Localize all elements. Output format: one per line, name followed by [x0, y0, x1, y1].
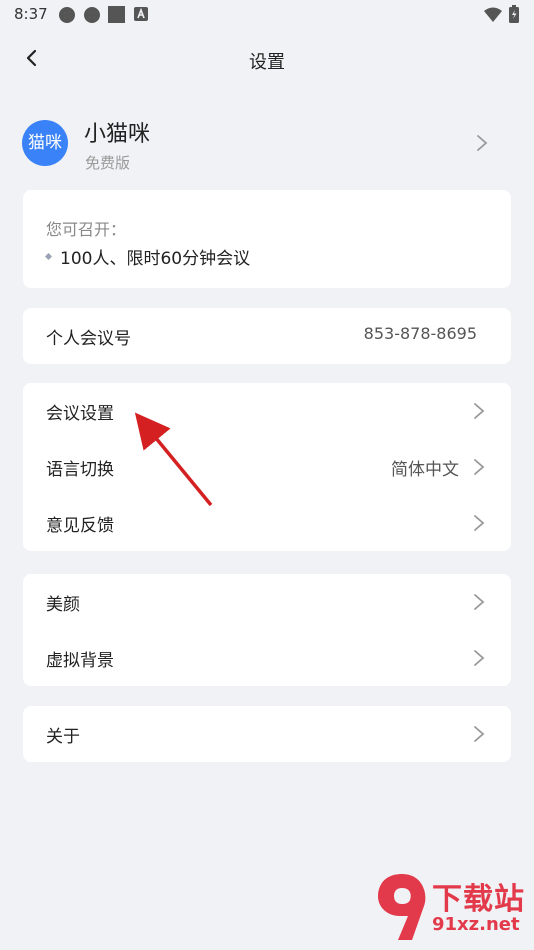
feedback-label: 意见反馈	[46, 516, 114, 536]
language-row[interactable]: 语言切换 简体中文	[23, 439, 511, 495]
avatar: 猫咪	[22, 120, 68, 166]
about-label: 关于	[46, 727, 80, 747]
beauty-row[interactable]: 美颜	[23, 574, 511, 630]
chevron-right-icon	[474, 459, 485, 475]
chevron-right-icon	[474, 515, 485, 531]
chevron-right-icon	[474, 403, 485, 419]
profile-plan: 免费版	[85, 154, 131, 172]
meeting-id-card: 个人会议号 853-878-8695	[23, 308, 511, 364]
chevron-right-icon	[474, 594, 485, 610]
meeting-id-value: 853-878-8695	[363, 324, 477, 343]
battery-icon	[509, 5, 519, 23]
chevron-right-icon	[474, 726, 485, 742]
status-time: 8:37	[14, 5, 48, 23]
meeting-settings-row[interactable]: 会议设置	[23, 383, 511, 439]
profile-row[interactable]: 猫咪 小猫咪 免费版	[22, 112, 512, 176]
capacity-heading: 您可召开：	[46, 220, 127, 239]
watermark-title: 下载站	[432, 882, 525, 917]
square-notification-icon	[108, 6, 125, 23]
about-row[interactable]: 关于	[23, 706, 511, 762]
profile-name: 小猫咪	[84, 122, 151, 147]
about-card: 关于	[23, 706, 511, 762]
a-notification-icon	[134, 7, 148, 21]
meeting-id-label: 个人会议号	[46, 329, 131, 349]
app-notification-icon	[59, 7, 75, 23]
beauty-card: 美颜 虚拟背景	[23, 574, 511, 686]
meeting-id-row: 个人会议号 853-878-8695	[23, 308, 511, 364]
language-value: 简体中文	[391, 460, 459, 480]
status-bar: 8:37	[0, 0, 534, 28]
feedback-row[interactable]: 意见反馈	[23, 495, 511, 551]
chevron-right-icon	[474, 650, 485, 666]
capacity-card: 您可召开： 100人、限时60分钟会议	[23, 190, 511, 288]
watermark-url: 91xz.net	[432, 914, 520, 935]
virtual-background-row[interactable]: 虚拟背景	[23, 630, 511, 686]
header: 设置	[0, 38, 534, 82]
wifi-icon	[484, 7, 502, 22]
beauty-label: 美颜	[46, 595, 80, 615]
page-title: 设置	[249, 52, 285, 73]
watermark: 下载站 91xz.net	[374, 870, 528, 944]
language-label: 语言切换	[46, 460, 114, 480]
chevron-right-icon	[477, 135, 488, 151]
virtual-background-label: 虚拟背景	[46, 651, 114, 671]
settings-card: 会议设置 语言切换 简体中文 意见反馈	[23, 383, 511, 551]
app-notification-icon	[84, 7, 100, 23]
capacity-item: 100人、限时60分钟会议	[60, 249, 251, 269]
watermark-logo-icon	[378, 874, 426, 940]
meeting-settings-label: 会议设置	[46, 404, 114, 424]
diamond-bullet-icon	[45, 253, 52, 260]
